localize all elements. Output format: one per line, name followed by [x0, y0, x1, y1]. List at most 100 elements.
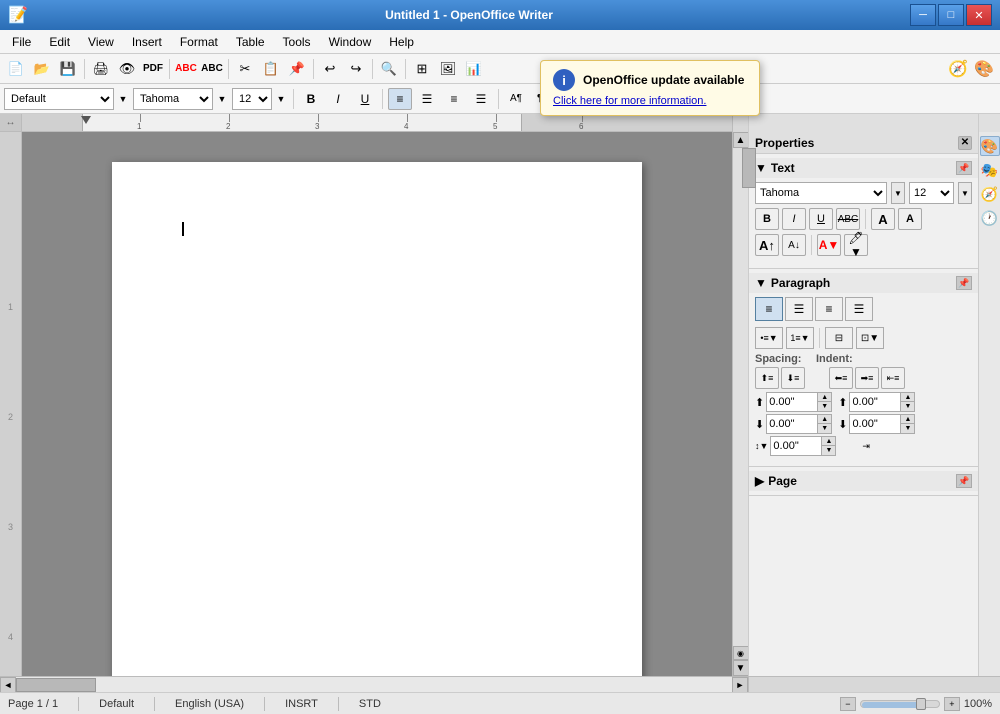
line-spacing-up[interactable]: ▲	[821, 437, 835, 446]
maximize-button[interactable]: □	[938, 4, 964, 26]
minimize-button[interactable]: ─	[910, 4, 936, 26]
prop-underline-button[interactable]: U	[809, 208, 833, 230]
line-spacing-input[interactable]	[771, 437, 821, 455]
para-align-left[interactable]: ≡	[755, 297, 783, 321]
spacing-below-input[interactable]	[767, 415, 817, 433]
vertical-scrollbar[interactable]: ▲ ◉ ▼	[732, 132, 748, 676]
char-format-button[interactable]: A¶	[504, 88, 528, 110]
indent-after-input[interactable]	[850, 415, 900, 433]
prop-fontcolor-button[interactable]: A▼	[817, 234, 841, 256]
spacing-above-input[interactable]	[767, 393, 817, 411]
indent-before-down[interactable]: ▼	[900, 402, 914, 411]
sidebar-properties-icon[interactable]: 🎨	[980, 136, 1000, 156]
menu-view[interactable]: View	[80, 33, 122, 51]
close-button[interactable]: ✕	[966, 4, 992, 26]
indent-right-button[interactable]: ➡≡	[855, 367, 879, 389]
style-selector[interactable]: Default	[4, 88, 114, 110]
menu-tools[interactable]: Tools	[275, 33, 319, 51]
prop-font-dropdown[interactable]: ▼	[891, 182, 905, 204]
col-spacing-button[interactable]: ⊡▼	[856, 327, 884, 349]
prop-bold-button[interactable]: B	[755, 208, 779, 230]
indent-after-up[interactable]: ▲	[900, 415, 914, 424]
open-button[interactable]: 📂	[30, 57, 54, 81]
zoom-in-button[interactable]: +	[944, 697, 960, 711]
menu-edit[interactable]: Edit	[41, 33, 78, 51]
line-spacing-field[interactable]: ▲ ▼	[770, 436, 836, 456]
save-button[interactable]: 💾	[56, 57, 80, 81]
tooltip-link[interactable]: Click here for more information.	[553, 95, 747, 107]
menu-format[interactable]: Format	[172, 33, 226, 51]
spacing-above-up[interactable]: ▲	[817, 393, 831, 402]
zoom-out-button[interactable]: −	[840, 697, 856, 711]
prop-font-selector[interactable]: Tahoma	[755, 182, 887, 204]
sidebar-gallery-icon[interactable]: 🎭	[980, 160, 1000, 180]
document-page[interactable]	[112, 162, 642, 676]
indent-before-input[interactable]	[850, 393, 900, 411]
indent-before-field[interactable]: ▲ ▼	[849, 392, 915, 412]
menu-insert[interactable]: Insert	[124, 33, 170, 51]
print-button[interactable]: 🖨	[89, 57, 113, 81]
unordered-list-button[interactable]: •≡▼	[755, 327, 783, 349]
paragraph-section-pin-button[interactable]: 📌	[956, 276, 972, 290]
h-scroll-thumb[interactable]	[16, 678, 96, 692]
menu-table[interactable]: Table	[228, 33, 273, 51]
cut-button[interactable]: ✂	[233, 57, 257, 81]
line-spacing-down[interactable]: ▼	[821, 446, 835, 455]
spacing-below-field[interactable]: ▲ ▼	[766, 414, 832, 434]
size-dropdown-btn[interactable]: ▼	[274, 87, 288, 111]
bold-button[interactable]: B	[299, 88, 323, 110]
autocorrect-button[interactable]: ABC	[200, 57, 224, 81]
align-left-button[interactable]: ≡	[388, 88, 412, 110]
underline-button[interactable]: U	[353, 88, 377, 110]
document-area[interactable]	[22, 132, 732, 676]
decrease-above-button[interactable]: ⬇≡	[781, 367, 805, 389]
gallery-button[interactable]: 🎨	[972, 57, 996, 81]
fontsize-selector[interactable]: 12	[232, 88, 272, 110]
italic-button[interactable]: I	[326, 88, 350, 110]
prop-size-selector[interactable]: 12	[909, 182, 954, 204]
align-center-button[interactable]: ☰	[415, 88, 439, 110]
new-button[interactable]: 📄	[4, 57, 28, 81]
page-section-header[interactable]: ▶ Page 📌	[749, 471, 978, 491]
undo-button[interactable]: ↩	[318, 57, 342, 81]
indent-after-field[interactable]: ▲ ▼	[849, 414, 915, 434]
font-selector[interactable]: Tahoma	[133, 88, 213, 110]
pdf-button[interactable]: PDF	[141, 57, 165, 81]
increase-above-button[interactable]: ⬆≡	[755, 367, 779, 389]
prop-italic-button[interactable]: I	[782, 208, 806, 230]
sidebar-navigator-icon[interactable]: 🧭	[980, 184, 1000, 204]
horizontal-scrollbar[interactable]: ◄ ►	[0, 676, 1000, 692]
style-dropdown-btn[interactable]: ▼	[116, 87, 130, 111]
scroll-right-button[interactable]: ►	[732, 677, 748, 693]
zoom-slider-track[interactable]	[860, 700, 940, 708]
align-justify-button[interactable]: ☰	[469, 88, 493, 110]
h-scroll-track[interactable]	[16, 677, 732, 692]
chart-button[interactable]: 📊	[462, 57, 486, 81]
prop-bigcaps-button[interactable]: A	[871, 208, 895, 230]
text-section-pin-button[interactable]: 📌	[956, 161, 972, 175]
image-button[interactable]: 🖼	[436, 57, 460, 81]
copy-button[interactable]: 📋	[259, 57, 283, 81]
para-align-right[interactable]: ≡	[815, 297, 843, 321]
indent-hanging-button[interactable]: ⇤≡	[881, 367, 905, 389]
scroll-pageup-button[interactable]: ◉	[733, 646, 749, 660]
table-spacing-button[interactable]: ⊟	[825, 327, 853, 349]
indent-left-button[interactable]: ⬅≡	[829, 367, 853, 389]
scroll-left-button[interactable]: ◄	[0, 677, 16, 693]
update-notification[interactable]: i OpenOffice update available Click here…	[540, 60, 760, 116]
prop-size-dropdown[interactable]: ▼	[958, 182, 972, 204]
scroll-up-button[interactable]: ▲	[733, 132, 749, 148]
text-section-header[interactable]: ▼ Text 📌	[749, 158, 978, 178]
redo-button[interactable]: ↪	[344, 57, 368, 81]
page-section-pin-button[interactable]: 📌	[956, 474, 972, 488]
spacing-above-down[interactable]: ▼	[817, 402, 831, 411]
find-button[interactable]: 🔍	[377, 57, 401, 81]
prop-strikethrough-button[interactable]: ABC	[836, 208, 860, 230]
navigator-button[interactable]: 🧭	[946, 57, 970, 81]
prop-size-down-button[interactable]: A↓	[782, 234, 806, 256]
table-button[interactable]: ⊞	[410, 57, 434, 81]
paragraph-section-header[interactable]: ▼ Paragraph 📌	[749, 273, 978, 293]
spellcheck-button[interactable]: ABC	[174, 57, 198, 81]
indent-before-up[interactable]: ▲	[900, 393, 914, 402]
spacing-above-field[interactable]: ▲ ▼	[766, 392, 832, 412]
